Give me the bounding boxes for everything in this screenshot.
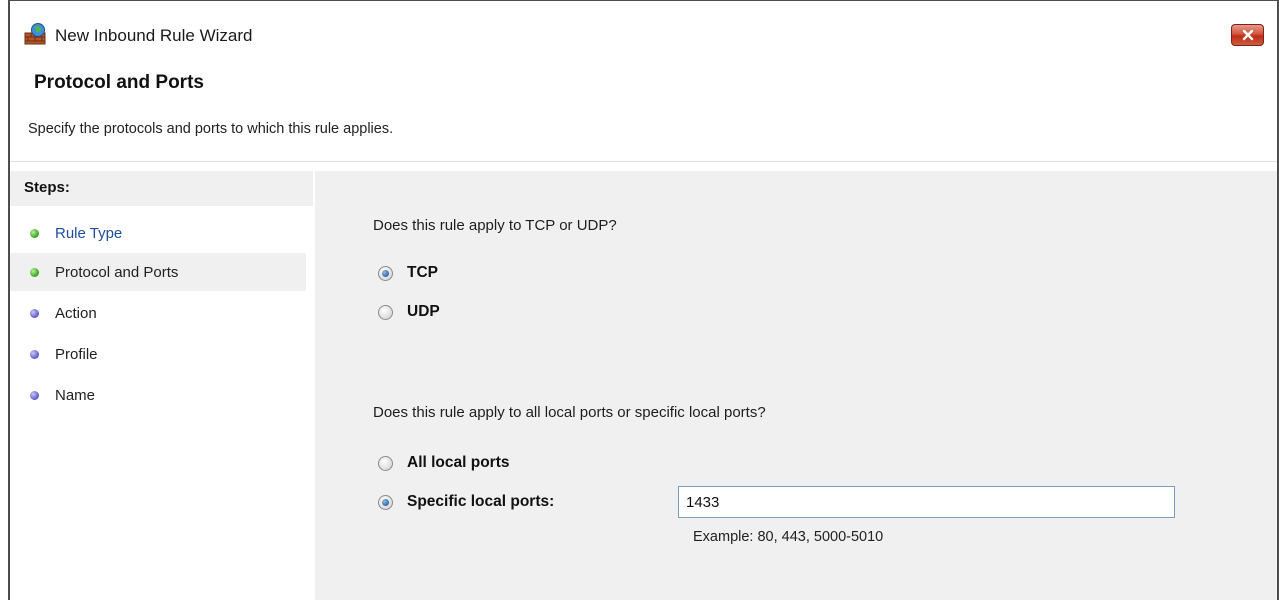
radio-label[interactable]: All local ports xyxy=(407,454,510,472)
step-action: Action xyxy=(10,294,306,332)
close-button[interactable] xyxy=(1231,24,1264,46)
radio-specific-local-ports[interactable]: Specific local ports: xyxy=(378,491,554,513)
ports-question: Does this rule apply to all local ports … xyxy=(373,404,766,421)
ports-example-hint: Example: 80, 443, 5000-5010 xyxy=(693,529,884,545)
wizard-header: Protocol and Ports Specify the protocols… xyxy=(10,70,1277,162)
step-label: Protocol and Ports xyxy=(55,263,179,281)
radio-all-local-ports[interactable]: All local ports xyxy=(378,452,510,474)
firewall-icon xyxy=(24,23,48,45)
radio-tcp[interactable]: TCP xyxy=(378,262,438,284)
window-title: New Inbound Rule Wizard xyxy=(55,26,253,45)
step-pending-icon xyxy=(30,390,39,400)
step-label: Action xyxy=(55,304,97,322)
radio-button[interactable] xyxy=(378,304,393,320)
radio-udp[interactable]: UDP xyxy=(378,301,440,323)
step-label: Name xyxy=(55,386,96,404)
step-label[interactable]: Rule Type xyxy=(55,225,122,242)
step-profile: Profile xyxy=(10,335,306,373)
wizard-content: Does this rule apply to TCP or UDP? TCP … xyxy=(315,171,1277,600)
steps-heading: Steps: xyxy=(10,171,313,206)
page-title: Protocol and Ports xyxy=(34,72,204,93)
step-pending-icon xyxy=(30,308,39,318)
protocol-question: Does this rule apply to TCP or UDP? xyxy=(373,217,617,234)
radio-label[interactable]: Specific local ports: xyxy=(407,493,554,511)
step-name: Name xyxy=(10,376,306,414)
step-label: Profile xyxy=(55,345,98,363)
step-pending-icon xyxy=(30,349,39,359)
step-rule-type[interactable]: Rule Type xyxy=(10,214,306,252)
close-icon xyxy=(1242,29,1253,41)
radio-button-checked[interactable] xyxy=(378,494,393,510)
radio-label[interactable]: TCP xyxy=(407,264,438,282)
radio-button-checked[interactable] xyxy=(378,265,393,281)
steps-panel: Steps: Rule Type Protocol and Ports Acti… xyxy=(10,171,313,600)
step-protocol-and-ports[interactable]: Protocol and Ports xyxy=(10,253,306,291)
title-bar[interactable]: New Inbound Rule Wizard xyxy=(10,1,1277,70)
page-subtitle: Specify the protocols and ports to which… xyxy=(28,121,394,137)
step-complete-icon xyxy=(30,228,39,238)
specific-ports-input[interactable] xyxy=(678,486,1175,518)
step-complete-icon xyxy=(30,267,39,277)
radio-button[interactable] xyxy=(378,455,393,471)
radio-label[interactable]: UDP xyxy=(407,303,440,321)
wizard-window: New Inbound Rule Wizard Protocol and Por… xyxy=(8,0,1279,600)
